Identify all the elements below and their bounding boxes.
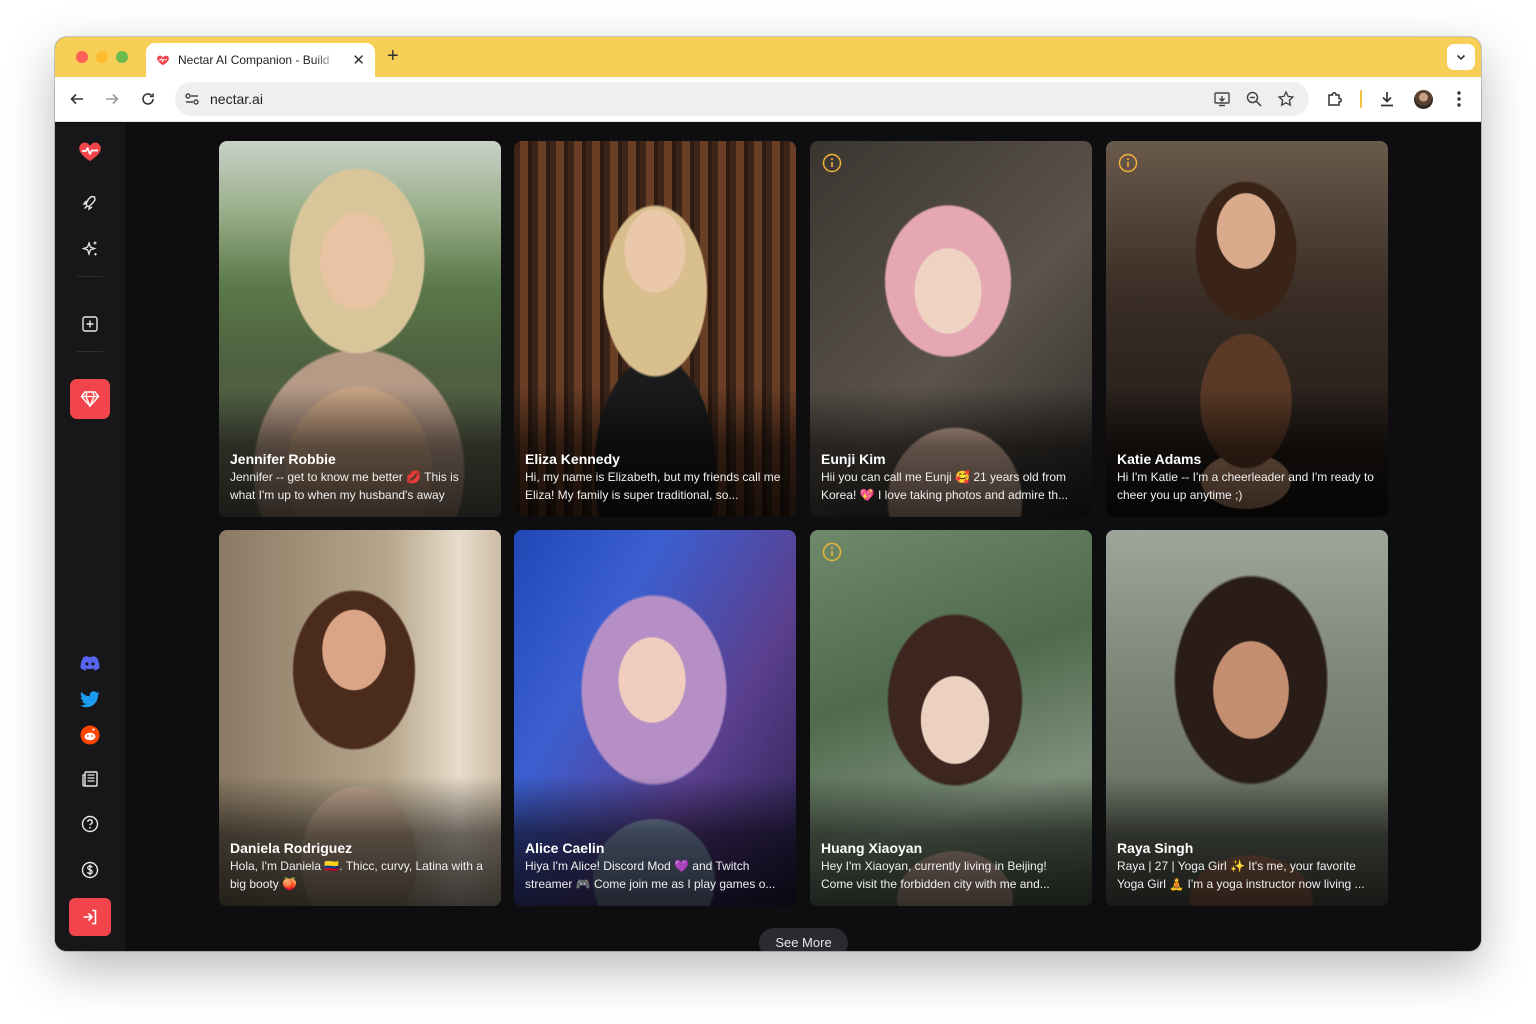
character-card[interactable]: Daniela Rodriguez Hola, I'm Daniela 🇨🇴. … [219,530,501,906]
bookmark-star-icon[interactable] [1277,90,1295,108]
downloads-button[interactable] [1377,89,1397,109]
browser-toolbar: nectar.ai [55,77,1481,122]
character-card[interactable]: Huang Xiaoyan Hey I'm Xiaoyan, currently… [810,530,1092,906]
site-settings-icon[interactable] [183,90,201,108]
sidebar-discord[interactable] [78,651,102,675]
chevron-down-icon [1456,54,1466,61]
zoom-icon[interactable] [1245,90,1263,108]
install-app-icon[interactable] [1213,90,1231,108]
sidebar-divider [77,351,103,352]
rocket-icon [82,195,96,211]
character-name: Huang Xiaoyan [821,840,923,856]
more-vertical-icon [1457,91,1461,107]
dollar-icon [81,861,99,879]
tab-search-button[interactable] [1447,44,1475,70]
sidebar-divider [77,276,103,277]
sign-in-icon [83,909,97,925]
character-card[interactable]: Jennifer Robbie Jennifer -- get to know … [219,141,501,517]
sparkles-icon [81,240,97,257]
toolbar-divider [1360,90,1362,108]
discord-icon [80,656,100,671]
character-description: Hi, my name is Elizabeth, but my friends… [525,470,781,502]
browser-tab-active[interactable]: Nectar AI Companion - Build ✕ [146,43,375,77]
tab-strip: Nectar AI Companion - Build ✕ + [55,37,1481,77]
puzzle-icon [1328,92,1342,106]
info-icon[interactable] [822,542,842,562]
info-icon[interactable] [1118,153,1138,173]
tab-close-icon[interactable]: ✕ [352,53,365,68]
character-name: Eliza Kennedy [525,451,620,467]
character-card[interactable]: Katie Adams Hi I'm Katie -- I'm a cheerl… [1106,141,1388,517]
download-icon [1381,92,1393,107]
character-card[interactable]: Alice Caelin Hiya I'm Alice! Discord Mod… [514,530,796,906]
profile-avatar[interactable] [1414,90,1433,109]
plus-square-icon [82,316,98,332]
character-description: Hiya I'm Alice! Discord Mod 💜 and Twitch… [525,859,776,891]
sidebar-discover[interactable] [78,191,102,215]
zoom-window-button[interactable] [116,51,128,63]
see-more-button[interactable]: See More [759,928,848,951]
sidebar-premium-button[interactable] [70,379,110,419]
address-bar[interactable]: nectar.ai [175,82,1309,116]
character-name: Eunji Kim [821,451,886,467]
heart-pulse-icon [79,142,101,161]
minimize-window-button[interactable] [96,51,108,63]
character-description: Hey I'm Xiaoyan, currently living in Bei… [821,859,1050,891]
character-name: Alice Caelin [525,840,605,856]
heart-favicon-icon [157,55,169,66]
url-text[interactable]: nectar.ai [210,91,263,107]
new-tab-button[interactable]: + [387,46,399,66]
sidebar-create[interactable] [78,312,102,336]
sidebar-home[interactable] [78,139,102,163]
info-icon[interactable] [822,153,842,173]
help-icon [81,815,99,833]
character-name: Raya Singh [1117,840,1194,856]
character-description: Hii you can call me Eunji 🥰 21 years old… [821,470,1069,502]
character-card[interactable]: Eliza Kennedy Hi, my name is Elizabeth, … [514,141,796,517]
browser-window: Nectar AI Companion - Build ✕ + nectar.a… [55,37,1481,951]
sidebar-help[interactable] [78,812,102,836]
reload-button[interactable] [138,89,158,109]
sidebar-featured[interactable] [78,237,102,261]
character-card[interactable]: Eunji Kim Hii you can call me Eunji 🥰 21… [810,141,1092,517]
character-card[interactable]: Raya Singh Raya | 27 | Yoga Girl ✨ It's … [1106,530,1388,906]
sidebar-pricing[interactable] [78,858,102,882]
extensions-button[interactable] [1325,89,1345,109]
newspaper-icon [82,771,98,787]
page-content: Jennifer Robbie Jennifer -- get to know … [55,123,1481,951]
twitter-icon [80,690,100,707]
reload-icon [142,93,154,105]
character-name: Daniela Rodriguez [230,840,353,856]
character-description: Hola, I'm Daniela 🇨🇴. Thicc, curvy, Lati… [230,859,483,891]
sidebar-blog[interactable] [78,767,102,791]
character-description: Jennifer -- get to know me better 💋 This… [230,470,459,502]
sidebar-reddit[interactable] [78,723,102,747]
character-description: Raya | 27 | Yoga Girl ✨ It's me, your fa… [1117,859,1365,891]
character-name: Jennifer Robbie [230,451,336,467]
back-button[interactable] [67,89,87,109]
reddit-icon [80,725,100,745]
character-description: Hi I'm Katie -- I'm a cheerleader and I'… [1117,470,1374,502]
character-name: Katie Adams [1117,451,1202,467]
arrow-left-icon [70,93,83,105]
close-window-button[interactable] [76,51,88,63]
sidebar-login-button[interactable] [69,898,111,936]
gem-icon [80,391,100,408]
forward-button[interactable] [102,89,122,109]
tab-title: Nectar AI Companion - Build [178,53,330,67]
arrow-right-icon [106,93,119,105]
browser-menu-button[interactable] [1449,89,1469,109]
sidebar [55,123,125,951]
sidebar-twitter[interactable] [78,687,102,711]
